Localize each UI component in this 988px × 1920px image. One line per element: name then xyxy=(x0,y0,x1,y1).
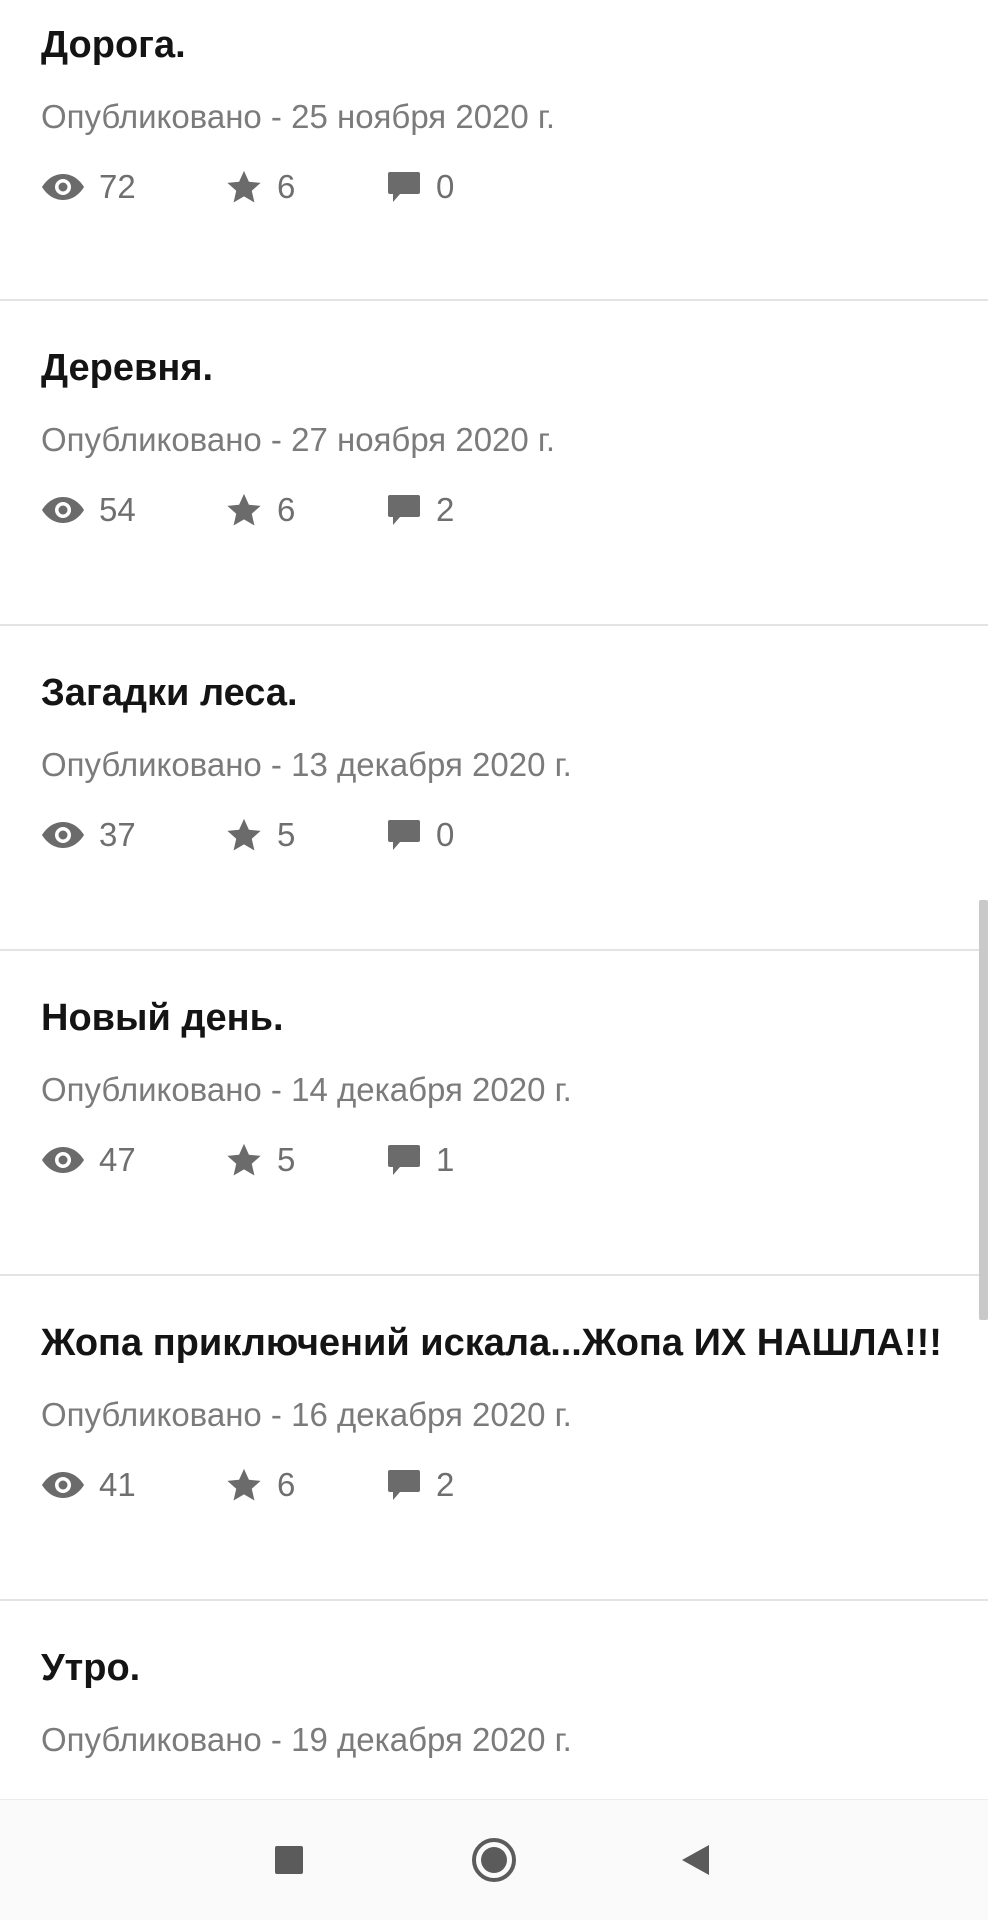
views-count: 41 xyxy=(99,1466,136,1503)
home-button[interactable] xyxy=(466,1832,522,1888)
star-icon xyxy=(227,493,261,526)
post-date: Опубликовано - 16 декабря 2020 г. xyxy=(41,1396,572,1433)
back-button[interactable] xyxy=(668,1832,724,1888)
post-date: Опубликовано - 14 декабря 2020 г. xyxy=(41,1071,572,1108)
stars-count: 5 xyxy=(277,816,296,853)
comments-stat: 0 xyxy=(386,813,454,857)
stars-count: 6 xyxy=(277,1466,296,1503)
post-stats: 37 5 0 xyxy=(41,813,641,857)
comments-count: 1 xyxy=(436,1141,455,1178)
post-item[interactable]: Новый день. Опубликовано - 14 декабря 20… xyxy=(0,951,988,1276)
stars-stat: 5 xyxy=(225,813,295,857)
comments-count: 0 xyxy=(436,816,455,853)
star-icon xyxy=(227,818,261,851)
post-title[interactable]: Загадки леса. xyxy=(41,672,298,715)
views-stat: 47 xyxy=(41,1138,136,1182)
scrollbar[interactable] xyxy=(979,900,988,1320)
views-count: 47 xyxy=(99,1141,136,1178)
comment-icon xyxy=(388,495,420,525)
circle-icon xyxy=(472,1838,516,1882)
views-stat: 54 xyxy=(41,488,136,532)
post-item[interactable]: Утро. Опубликовано - 19 декабря 2020 г. xyxy=(0,1601,988,1800)
stars-stat: 6 xyxy=(225,488,295,532)
stars-count: 6 xyxy=(277,491,296,528)
triangle-back-icon xyxy=(682,1845,709,1875)
comments-stat: 1 xyxy=(386,1138,454,1182)
comments-count: 2 xyxy=(436,491,455,528)
eye-icon xyxy=(42,1472,84,1498)
post-item[interactable]: Жопа приключений искала...Жопа ИХ НАШЛА!… xyxy=(0,1276,988,1601)
post-title[interactable]: Новый день. xyxy=(41,997,284,1040)
post-title[interactable]: Жопа приключений искала...Жопа ИХ НАШЛА!… xyxy=(41,1322,942,1365)
post-title[interactable]: Дорога. xyxy=(41,24,186,67)
post-title[interactable]: Утро. xyxy=(41,1647,140,1690)
comments-stat: 0 xyxy=(386,165,454,209)
recent-apps-button[interactable] xyxy=(261,1832,317,1888)
eye-icon xyxy=(42,822,84,848)
post-stats: 72 6 0 xyxy=(41,165,641,209)
post-item[interactable]: Дорога. Опубликовано - 25 ноября 2020 г.… xyxy=(0,0,988,301)
system-navigation-bar xyxy=(0,1799,988,1920)
star-icon xyxy=(227,1143,261,1176)
square-icon xyxy=(275,1846,303,1874)
post-date: Опубликовано - 27 ноября 2020 г. xyxy=(41,421,556,458)
post-date: Опубликовано - 25 ноября 2020 г. xyxy=(41,98,556,135)
stars-count: 6 xyxy=(277,168,296,205)
views-count: 37 xyxy=(99,816,136,853)
star-icon xyxy=(227,170,261,203)
eye-icon xyxy=(42,497,84,523)
post-date: Опубликовано - 19 декабря 2020 г. xyxy=(41,1721,572,1758)
comments-count: 2 xyxy=(436,1466,455,1503)
comment-icon xyxy=(388,1470,420,1500)
post-date: Опубликовано - 13 декабря 2020 г. xyxy=(41,746,572,783)
stars-stat: 6 xyxy=(225,165,295,209)
post-list: Дорога. Опубликовано - 25 ноября 2020 г.… xyxy=(0,0,988,1800)
post-item[interactable]: Загадки леса. Опубликовано - 13 декабря … xyxy=(0,626,988,951)
views-stat: 41 xyxy=(41,1463,136,1507)
eye-icon xyxy=(42,1147,84,1173)
views-count: 72 xyxy=(99,168,136,205)
comments-stat: 2 xyxy=(386,488,454,532)
stars-count: 5 xyxy=(277,1141,296,1178)
eye-icon xyxy=(42,174,84,200)
comments-count: 0 xyxy=(436,168,455,205)
comment-icon xyxy=(388,172,420,202)
views-count: 54 xyxy=(99,491,136,528)
stars-stat: 5 xyxy=(225,1138,295,1182)
comment-icon xyxy=(388,820,420,850)
star-icon xyxy=(227,1468,261,1501)
views-stat: 72 xyxy=(41,165,136,209)
post-stats: 41 6 2 xyxy=(41,1463,641,1507)
comment-icon xyxy=(388,1145,420,1175)
post-item[interactable]: Деревня. Опубликовано - 27 ноября 2020 г… xyxy=(0,301,988,626)
post-title[interactable]: Деревня. xyxy=(41,347,213,390)
post-stats: 54 6 2 xyxy=(41,488,641,532)
views-stat: 37 xyxy=(41,813,136,857)
post-stats: 47 5 1 xyxy=(41,1138,641,1182)
stars-stat: 6 xyxy=(225,1463,295,1507)
comments-stat: 2 xyxy=(386,1463,454,1507)
